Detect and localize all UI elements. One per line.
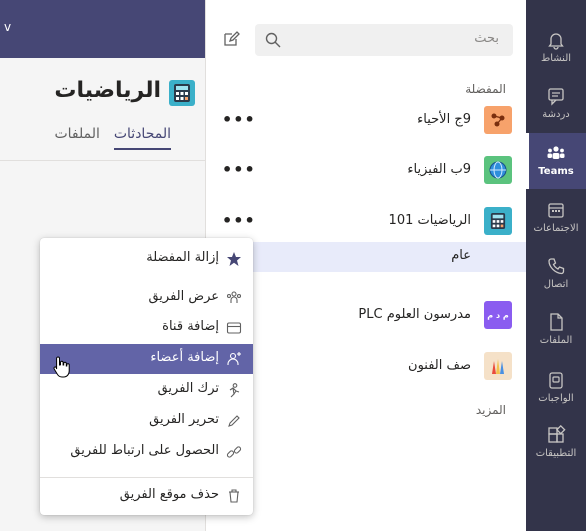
rail-item-teams[interactable]: Teams bbox=[526, 133, 586, 189]
team-name: 9ب الفيزياء bbox=[407, 162, 471, 177]
menu-item-edit-team[interactable]: تحرير الفريق bbox=[40, 406, 253, 436]
menu-label: إضافة أعضاء bbox=[150, 350, 219, 365]
rail-item-calls[interactable]: اتصال bbox=[526, 246, 586, 302]
search-icon bbox=[265, 32, 281, 48]
rail-item-chat[interactable]: دردشة bbox=[526, 76, 586, 132]
calculator-icon bbox=[484, 207, 512, 235]
tab-conversations[interactable]: المحادثات bbox=[113, 126, 171, 150]
calculator-icon bbox=[169, 80, 195, 106]
rail-label: اتصال bbox=[543, 279, 569, 290]
team-row-arts[interactable]: صف الفنون bbox=[206, 346, 527, 388]
bell-icon bbox=[546, 30, 566, 50]
search-placeholder: بحث bbox=[474, 31, 499, 46]
more-options-icon[interactable]: ••• bbox=[222, 110, 256, 129]
team-tabs: المحادثات الملفات bbox=[54, 126, 205, 150]
team-name: الرياضيات 101 bbox=[388, 213, 471, 228]
add-member-icon bbox=[226, 351, 242, 367]
teams-icon bbox=[546, 143, 566, 163]
more-section-label: المزيد bbox=[475, 403, 506, 417]
favorites-section-label: المفضلة bbox=[465, 82, 506, 96]
rail-label: Teams bbox=[538, 166, 574, 177]
app-header: v bbox=[0, 0, 205, 58]
star-icon bbox=[226, 251, 242, 267]
apps-icon bbox=[546, 424, 566, 445]
menu-separator bbox=[40, 477, 253, 478]
rail-label: التطبيقات bbox=[535, 448, 577, 459]
team-row-physics[interactable]: ••• 9ب الفيزياء bbox=[206, 150, 527, 192]
menu-label: إضافة قناة bbox=[162, 319, 219, 334]
file-icon bbox=[546, 312, 566, 332]
more-options-icon[interactable]: ••• bbox=[222, 211, 256, 230]
menu-item-get-link[interactable]: الحصول على ارتباط للفريق bbox=[40, 437, 253, 467]
rail-label: الاجتماعات bbox=[533, 223, 579, 234]
team-title: الرياضيات bbox=[54, 78, 161, 103]
rail-label: النشاط bbox=[540, 53, 572, 64]
menu-item-remove-favorite[interactable]: إزالة المفضلة bbox=[40, 244, 253, 274]
rail-label: الملفات bbox=[539, 335, 573, 346]
rail-label: دردشة bbox=[542, 109, 570, 120]
assignments-icon bbox=[546, 370, 566, 390]
team-icon bbox=[226, 290, 242, 306]
menu-label: ترك الفريق bbox=[157, 381, 219, 396]
compose-icon[interactable] bbox=[222, 30, 240, 48]
leave-icon bbox=[226, 382, 242, 398]
more-options-icon[interactable]: ••• bbox=[222, 160, 256, 179]
team-row-math[interactable]: ••• الرياضيات 101 bbox=[206, 201, 527, 243]
team-name: مدرسون العلوم PLC bbox=[358, 307, 471, 322]
team-title-row: الرياضيات bbox=[0, 78, 205, 114]
rail-item-apps[interactable]: التطبيقات bbox=[526, 415, 586, 471]
trash-icon bbox=[226, 488, 242, 504]
globe-icon bbox=[484, 156, 512, 184]
search-input[interactable]: بحث bbox=[255, 24, 513, 56]
menu-label: إزالة المفضلة bbox=[146, 250, 219, 265]
rail-item-meetings[interactable]: الاجتماعات bbox=[526, 190, 586, 246]
channel-general[interactable]: عام bbox=[206, 242, 527, 272]
biology-icon bbox=[484, 106, 512, 134]
tab-files[interactable]: الملفات bbox=[54, 126, 99, 150]
team-row-science-plc[interactable]: مدرسون العلوم PLC م د م bbox=[206, 295, 527, 337]
header-edge-glyph: v bbox=[4, 20, 12, 34]
team-row-biology[interactable]: ••• 9ج الأحياء bbox=[206, 100, 527, 142]
menu-label: الحصول على ارتباط للفريق bbox=[70, 443, 219, 458]
team-name: صف الفنون bbox=[408, 358, 471, 373]
channel-name: عام bbox=[451, 248, 471, 263]
hand-cursor-icon bbox=[52, 355, 72, 379]
link-icon bbox=[226, 444, 242, 460]
menu-item-view-team[interactable]: عرض الفريق bbox=[40, 283, 253, 313]
menu-label: تحرير الفريق bbox=[149, 412, 219, 427]
rail-label: الواجبات bbox=[538, 393, 574, 404]
phone-icon bbox=[546, 256, 566, 276]
menu-item-leave-team[interactable]: ترك الفريق bbox=[40, 375, 253, 405]
divider bbox=[0, 160, 205, 161]
chat-icon bbox=[546, 86, 566, 106]
menu-item-delete-team-site[interactable]: حذف موقع الفريق bbox=[40, 481, 253, 511]
app-rail: النشاط دردشة Teams الاجتماعات اتصال المل… bbox=[526, 0, 586, 531]
calendar-icon bbox=[546, 200, 566, 220]
pencil-icon bbox=[226, 413, 242, 429]
menu-item-add-channel[interactable]: إضافة قناة bbox=[40, 313, 253, 343]
rail-item-files[interactable]: الملفات bbox=[526, 302, 586, 358]
rail-item-assignments[interactable]: الواجبات bbox=[526, 360, 586, 416]
rail-item-activity[interactable]: النشاط bbox=[526, 20, 586, 76]
channel-icon bbox=[226, 320, 242, 336]
pencils-icon bbox=[484, 352, 512, 380]
initials-icon: م د م bbox=[484, 301, 512, 329]
teams-list-panel: بحث المفضلة ••• 9ج الأحياء ••• 9ب الفيزي… bbox=[205, 0, 527, 531]
team-name: 9ج الأحياء bbox=[417, 112, 471, 127]
menu-label: حذف موقع الفريق bbox=[119, 487, 219, 502]
menu-label: عرض الفريق bbox=[148, 289, 219, 304]
